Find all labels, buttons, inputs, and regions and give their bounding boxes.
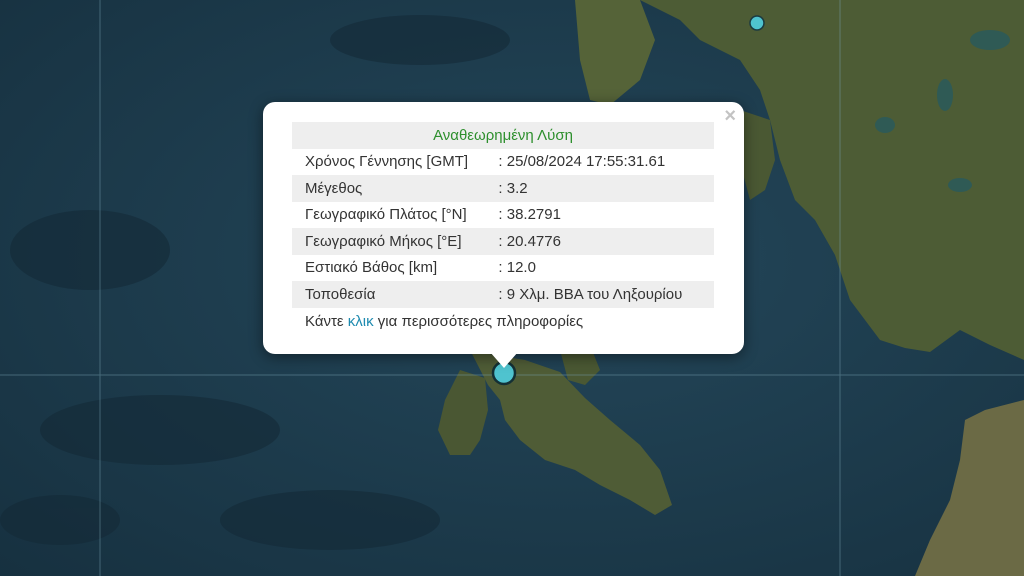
more-info-prefix: Κάντε <box>305 313 348 330</box>
more-info-text: Κάντε κλικ για περισσότερες πληροφορίες <box>305 313 583 330</box>
row-label: Τοποθεσία <box>292 281 499 308</box>
table-row: Γεωγραφικό Μήκος [°E] : 20.4776 <box>292 228 714 255</box>
row-label: Χρόνος Γέννησης [GMT] <box>305 153 469 171</box>
close-icon[interactable]: × <box>724 106 736 126</box>
table-row: Μέγεθος : 3.2 <box>292 175 714 202</box>
row-value: : 20.4776 <box>498 228 714 255</box>
table-row: Γεωγραφικό Πλάτος [°N] : 38.2791 <box>292 202 714 229</box>
more-info-link[interactable]: κλικ <box>348 313 374 330</box>
event-details-table: Αναθεωρημένη Λύση Χρόνος Γέννησης [GMT] … <box>292 122 714 308</box>
event-popup: × Αναθεωρημένη Λύση Χρόνος Γέννησης [GMT… <box>263 102 744 354</box>
table-row: Χρόνος Γέννησης [GMT] : 25/08/2024 17:55… <box>292 149 714 176</box>
row-label: Γεωγραφικό Μήκος [°E] <box>292 228 499 255</box>
row-label: Γεωγραφικό Πλάτος [°N] <box>305 206 467 224</box>
popup-tip <box>490 352 518 368</box>
row-value: : 3.2 <box>498 175 714 202</box>
event-marker-north[interactable] <box>749 15 765 31</box>
row-value: : 9 Χλμ. ΒΒΑ του Ληξουρίου <box>498 281 714 308</box>
table-row-title: Αναθεωρημένη Λύση <box>292 122 714 149</box>
row-label: Μέγεθος <box>292 175 499 202</box>
table-row: Τοποθεσία : 9 Χλμ. ΒΒΑ του Ληξουρίου <box>292 281 714 308</box>
row-value: : 25/08/2024 17:55:31.61 <box>498 153 666 171</box>
row-value: : 38.2791 <box>498 206 561 224</box>
row-label: Εστιακό Βάθος [km] <box>305 259 438 277</box>
popup-title: Αναθεωρημένη Λύση <box>292 122 714 149</box>
table-row: Εστιακό Βάθος [km] : 12.0 <box>292 255 714 282</box>
row-value: : 12.0 <box>498 259 536 277</box>
more-info-suffix: για περισσότερες πληροφορίες <box>373 313 584 330</box>
